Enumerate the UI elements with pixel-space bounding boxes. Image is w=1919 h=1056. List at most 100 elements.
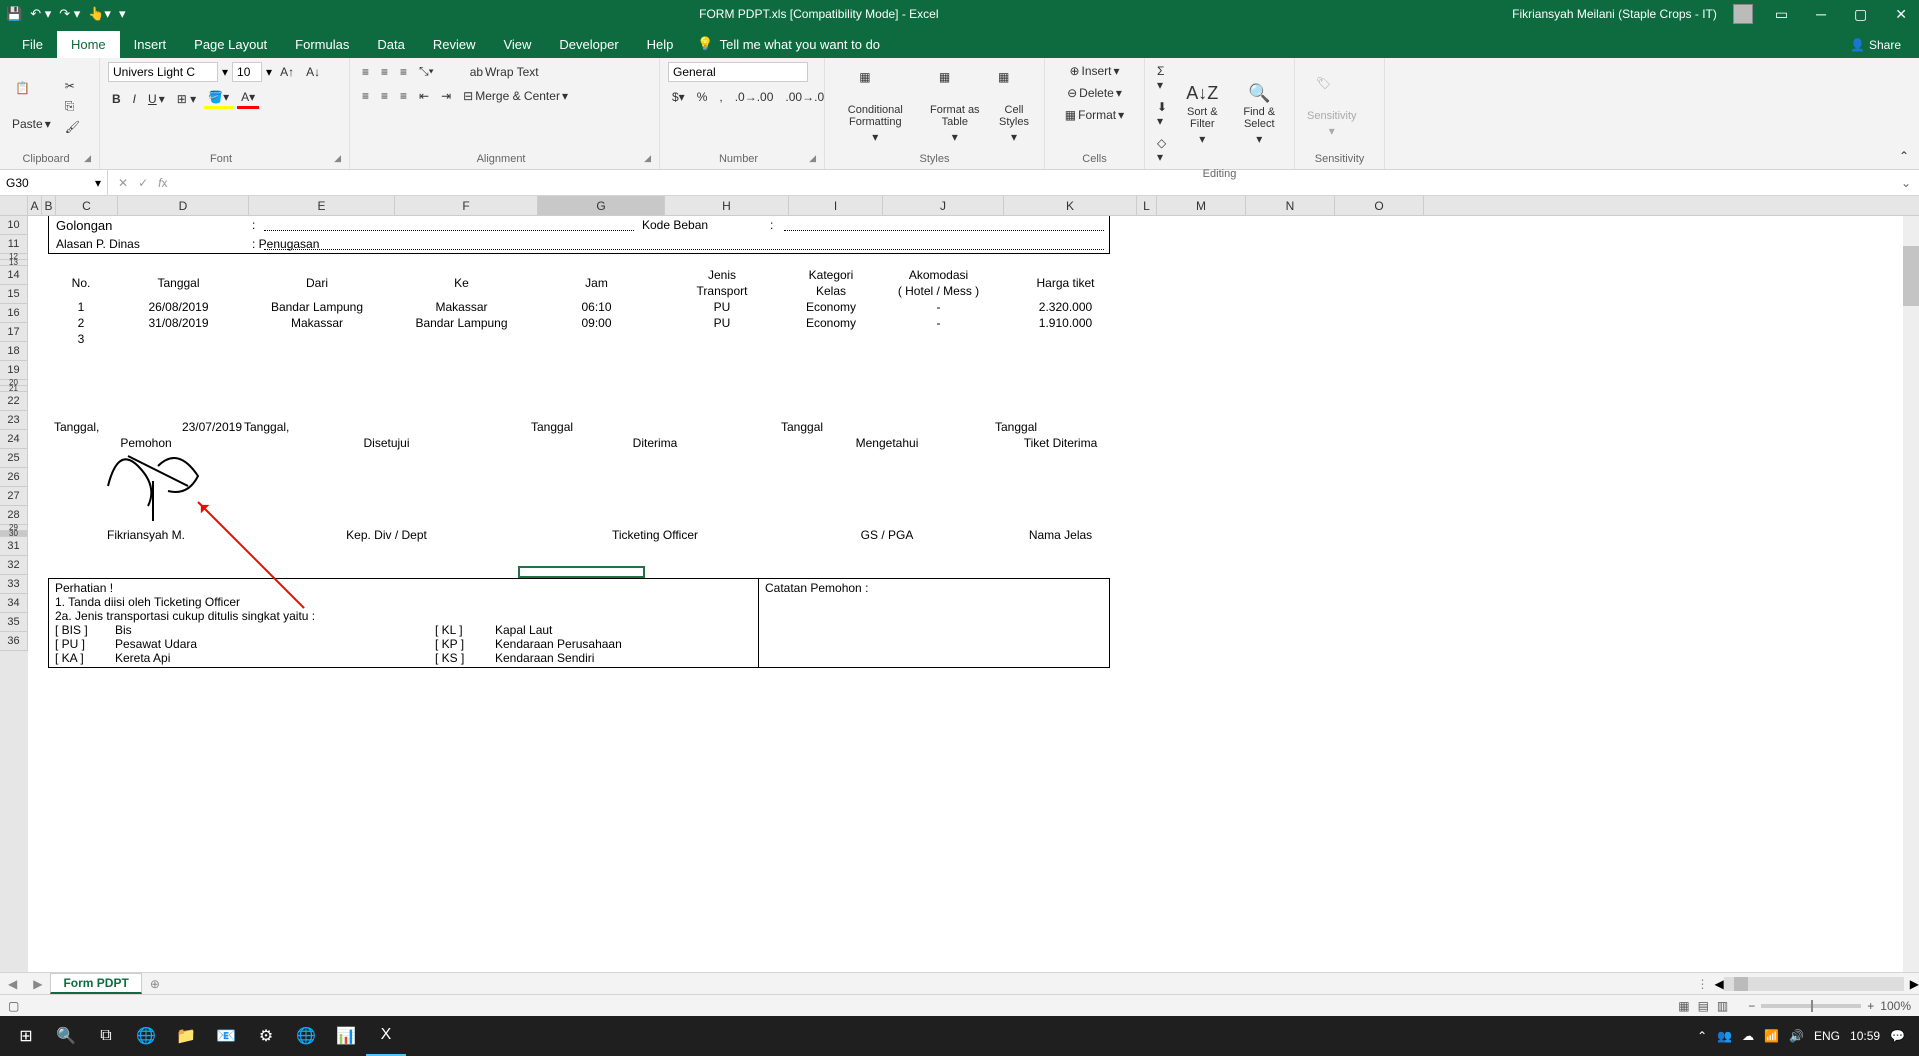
select-all-corner[interactable] — [0, 196, 28, 216]
col-H[interactable]: H — [665, 196, 789, 215]
tab-file[interactable]: File — [8, 31, 57, 58]
sensitivity-button[interactable]: 🏷Sensitivity▾ — [1303, 74, 1361, 140]
sheet-tab-active[interactable]: Form PDPT — [50, 973, 141, 994]
accounting-icon[interactable]: $▾ — [668, 88, 689, 106]
percent-icon[interactable]: % — [693, 88, 712, 106]
undo-icon[interactable]: ↶ ▾ — [30, 6, 51, 22]
user-avatar[interactable] — [1733, 4, 1753, 24]
search-icon[interactable]: 🔍 — [46, 1016, 86, 1056]
app-icon[interactable]: 🌐 — [126, 1016, 166, 1056]
wrap-text-button[interactable]: ab Wrap Text — [466, 63, 543, 81]
app-icon[interactable]: 📁 — [166, 1016, 206, 1056]
align-middle-icon[interactable]: ≡ — [377, 63, 392, 81]
page-layout-view-icon[interactable]: ▤ — [1698, 999, 1709, 1013]
tab-home[interactable]: Home — [57, 31, 120, 58]
hscroll-left-icon[interactable]: ◀ — [1715, 977, 1724, 991]
name-box[interactable]: G30▾ — [0, 170, 108, 195]
paste-button[interactable]: Paste ▾ — [8, 115, 55, 133]
fx-icon[interactable]: fx — [158, 176, 167, 190]
decrease-font-icon[interactable]: A↓ — [302, 63, 324, 81]
tab-view[interactable]: View — [489, 31, 545, 58]
app-icon[interactable]: ⚙ — [246, 1016, 286, 1056]
col-F[interactable]: F — [395, 196, 538, 215]
tray-up-icon[interactable]: ⌃ — [1697, 1029, 1707, 1043]
excel-icon[interactable]: X — [366, 1016, 406, 1056]
tab-review[interactable]: Review — [419, 31, 490, 58]
expand-formula-icon[interactable]: ⌄ — [1893, 176, 1919, 190]
horizontal-scrollbar[interactable] — [1724, 977, 1904, 991]
col-L[interactable]: L — [1137, 196, 1157, 215]
col-I[interactable]: I — [789, 196, 883, 215]
col-O[interactable]: O — [1335, 196, 1424, 215]
paste-icon[interactable]: 📋 — [15, 81, 47, 113]
format-as-table-button[interactable]: ▦Format as Table▾ — [924, 68, 986, 146]
close-icon[interactable]: ✕ — [1889, 6, 1913, 23]
align-left-icon[interactable]: ≡ — [358, 87, 373, 105]
tab-insert[interactable]: Insert — [120, 31, 181, 58]
maximize-icon[interactable]: ▢ — [1848, 6, 1873, 23]
clipboard-launcher-icon[interactable]: ◢ — [84, 153, 91, 164]
insert-cells-button[interactable]: ⊕ Insert ▾ — [1065, 62, 1123, 80]
col-C[interactable]: C — [56, 196, 118, 215]
increase-indent-icon[interactable]: ⇥ — [437, 87, 455, 105]
border-icon[interactable]: ⊞ ▾ — [173, 90, 200, 108]
increase-font-icon[interactable]: A↑ — [276, 63, 298, 81]
col-D[interactable]: D — [118, 196, 249, 215]
col-N[interactable]: N — [1246, 196, 1335, 215]
clear-icon[interactable]: ◇ ▾ — [1153, 134, 1172, 166]
delete-cells-button[interactable]: ⊖ Delete ▾ — [1063, 84, 1126, 102]
enter-formula-icon[interactable]: ✓ — [138, 176, 148, 190]
format-painter-icon[interactable]: 🖌 — [61, 118, 84, 136]
sheet-nav-prev-icon[interactable]: ◀ — [0, 977, 25, 991]
sort-filter-button[interactable]: A↓ZSort & Filter▾ — [1178, 81, 1226, 148]
zoom-slider[interactable] — [1761, 1004, 1861, 1008]
active-cell[interactable] — [518, 566, 645, 578]
start-button[interactable]: ⊞ — [6, 1016, 46, 1056]
col-K[interactable]: K — [1004, 196, 1137, 215]
fill-color-icon[interactable]: 🪣▾ — [204, 88, 233, 109]
merge-center-button[interactable]: ⊟ Merge & Center ▾ — [459, 87, 572, 105]
decrease-indent-icon[interactable]: ⇤ — [415, 87, 433, 105]
tab-help[interactable]: Help — [633, 31, 688, 58]
zoom-in-icon[interactable]: + — [1867, 999, 1874, 1013]
page-break-view-icon[interactable]: ▥ — [1717, 999, 1728, 1013]
alignment-launcher-icon[interactable]: ◢ — [644, 153, 651, 164]
number-format-select[interactable]: General — [668, 62, 808, 82]
font-launcher-icon[interactable]: ◢ — [334, 153, 341, 164]
italic-button[interactable]: I — [129, 90, 140, 108]
conditional-formatting-button[interactable]: ▦Conditional Formatting▾ — [833, 68, 918, 146]
ribbon-display-icon[interactable]: ▭ — [1769, 6, 1794, 23]
task-view-icon[interactable]: ⧉ — [86, 1016, 126, 1056]
cell-styles-button[interactable]: ▦Cell Styles▾ — [992, 68, 1036, 146]
save-icon[interactable]: 💾 — [6, 6, 22, 22]
normal-view-icon[interactable]: ▦ — [1678, 999, 1689, 1013]
tray-people-icon[interactable]: 👥 — [1717, 1029, 1732, 1043]
fill-icon[interactable]: ⬇ ▾ — [1153, 98, 1172, 130]
tell-me[interactable]: 💡Tell me what you want to do — [687, 30, 890, 58]
underline-button[interactable]: U ▾ — [144, 90, 169, 108]
font-name-input[interactable]: Univers Light C — [108, 62, 218, 82]
row-headers[interactable]: 10 11 12 13 14 15 16 17 18 19 20 21 22 2… — [0, 216, 28, 972]
font-size-input[interactable]: 10 — [232, 62, 262, 82]
collapse-ribbon-icon[interactable]: ⌃ — [1889, 143, 1919, 169]
col-M[interactable]: M — [1157, 196, 1246, 215]
touch-icon[interactable]: 👆▾ — [88, 6, 111, 22]
col-J[interactable]: J — [883, 196, 1004, 215]
comma-icon[interactable]: , — [715, 88, 726, 106]
align-right-icon[interactable]: ≡ — [396, 87, 411, 105]
col-B[interactable]: B — [42, 196, 56, 215]
bold-button[interactable]: B — [108, 90, 125, 108]
format-cells-button[interactable]: ▦ Format ▾ — [1061, 106, 1128, 124]
col-G[interactable]: G — [538, 196, 665, 215]
tray-cloud-icon[interactable]: ☁ — [1742, 1029, 1754, 1043]
tab-formulas[interactable]: Formulas — [281, 31, 363, 58]
sheet-nav-next-icon[interactable]: ▶ — [25, 977, 50, 991]
find-select-button[interactable]: 🔍Find & Select▾ — [1232, 81, 1286, 148]
autosum-icon[interactable]: Σ ▾ — [1153, 62, 1172, 94]
tab-page-layout[interactable]: Page Layout — [180, 31, 281, 58]
number-launcher-icon[interactable]: ◢ — [809, 153, 816, 164]
col-A[interactable]: A — [28, 196, 42, 215]
orientation-icon[interactable]: ⤡▾ — [415, 62, 438, 81]
zoom-level[interactable]: 100% — [1880, 999, 1911, 1013]
decrease-decimal-icon[interactable]: .00→.0 — [781, 88, 828, 106]
